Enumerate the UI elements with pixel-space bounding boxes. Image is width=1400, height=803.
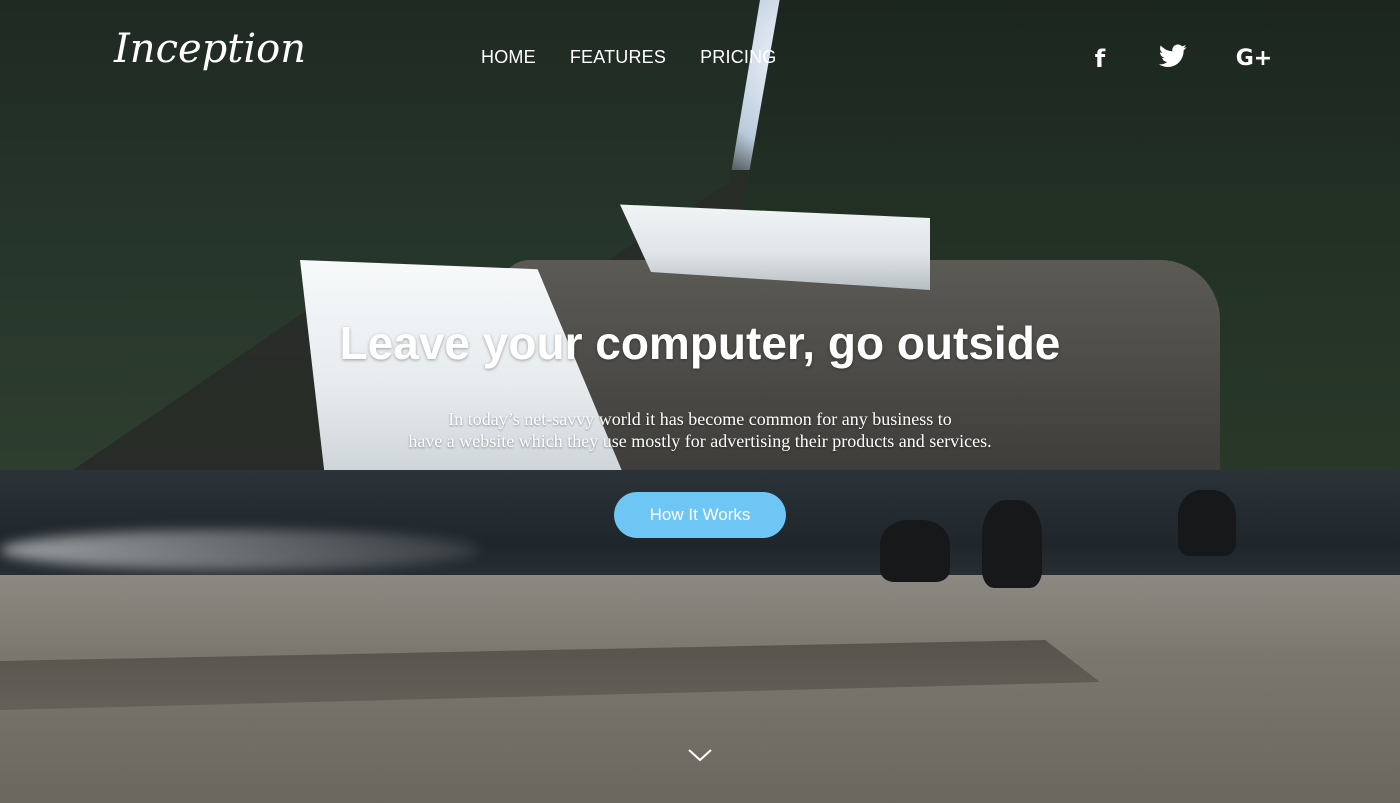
nav-item-pricing[interactable]: PRICING [700, 47, 776, 68]
google-plus-icon[interactable]: G+ [1234, 44, 1274, 75]
person-sitting-2 [982, 500, 1042, 588]
social-links: f G+ [1088, 44, 1274, 75]
background-photo [0, 0, 1400, 803]
nav-item-home[interactable]: HOME [481, 47, 536, 68]
hero-section: Inception HOME FEATURES PRICING f G+ Lea… [0, 0, 1400, 803]
rapids [0, 530, 480, 570]
nav-item-features[interactable]: FEATURES [570, 47, 666, 68]
person-sitting-1 [880, 520, 950, 582]
hero-subtitle-line-2: have a website which they use mostly for… [408, 431, 992, 451]
chevron-down-icon[interactable] [687, 744, 713, 764]
how-it-works-button[interactable]: How It Works [614, 492, 786, 538]
twitter-icon[interactable] [1158, 44, 1188, 75]
hero-headline: Leave your computer, go outside [339, 317, 1061, 369]
hero-subtitle: In today’s net-savvy world it has become… [300, 408, 1100, 452]
site-logo[interactable]: Inception [114, 26, 306, 72]
hero-subtitle-line-1: In today’s net-savvy world it has become… [448, 409, 952, 429]
main-nav: HOME FEATURES PRICING [481, 47, 777, 68]
facebook-icon[interactable]: f [1088, 44, 1112, 75]
person-sitting-3 [1178, 490, 1236, 556]
